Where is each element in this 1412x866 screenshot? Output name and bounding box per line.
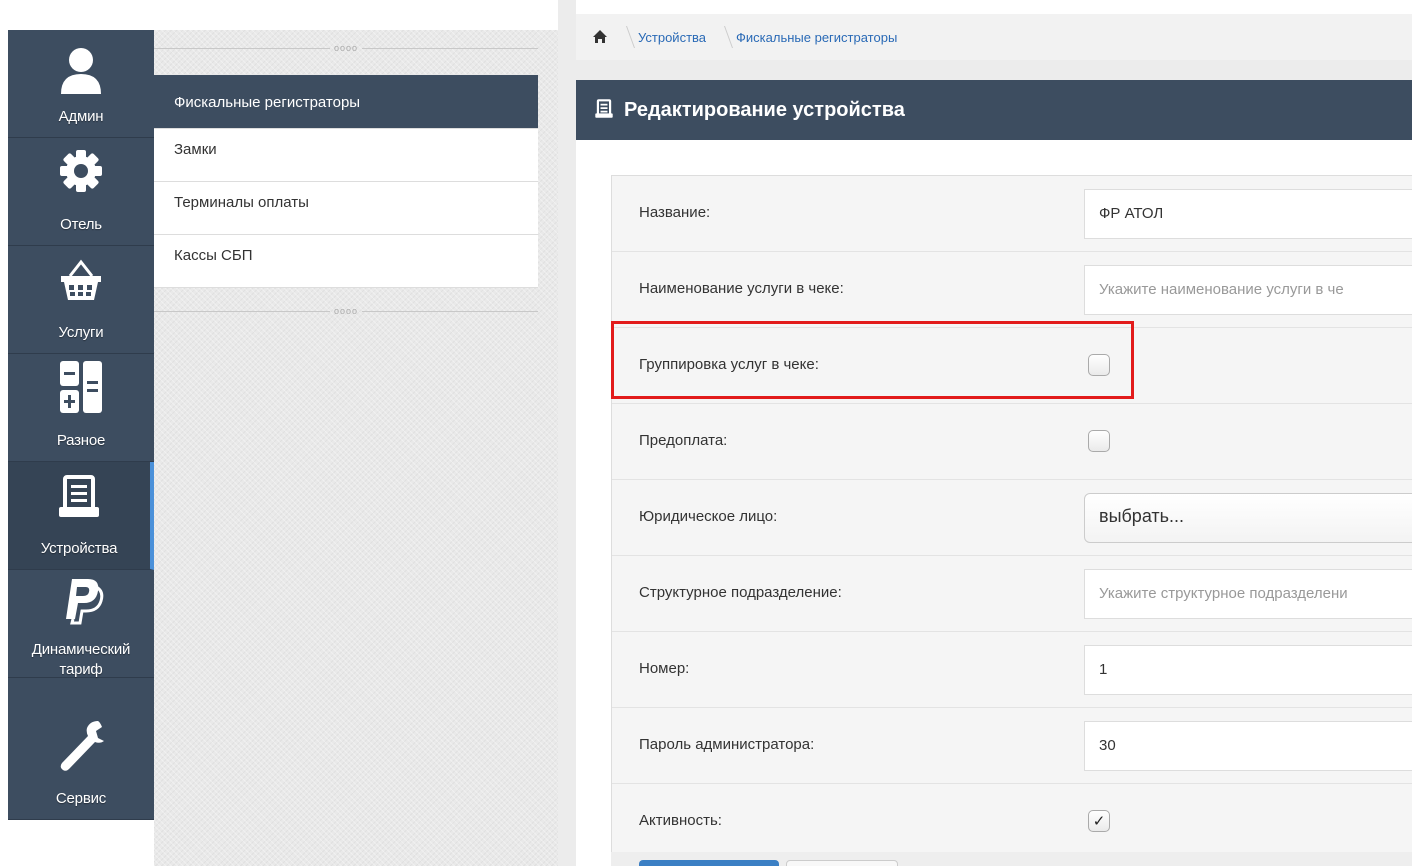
divider-text: oooo (333, 43, 359, 53)
column-separator (558, 0, 576, 866)
nav-label-hotel: Отель (60, 216, 102, 233)
form-row-grouping: Группировка услуг в чеке: (612, 328, 1412, 404)
nav-label-service: Сервис (55, 790, 107, 807)
grouping-label: Группировка услуг в чеке: (639, 356, 819, 373)
submenu-item-fiscal-registers[interactable]: Фискальные регистраторы (154, 75, 538, 129)
form-row-service-name: Наименование услуги в чеке: Укажите наим… (612, 252, 1412, 328)
breadcrumb-devices[interactable]: Устройства (638, 30, 706, 45)
division-input[interactable]: Укажите структурное подразделени (1084, 569, 1412, 619)
nav-label-misc: Разное (56, 432, 106, 449)
gear-icon (8, 142, 154, 200)
panel-header: Редактирование устройства (576, 80, 1412, 140)
number-input[interactable]: 1 (1084, 645, 1412, 695)
password-label: Пароль администратора: (639, 736, 815, 753)
grouping-checkbox[interactable] (1088, 354, 1110, 376)
submenu-item-sbp-cashboxes[interactable]: Кассы СБП (154, 235, 538, 288)
division-label: Структурное подразделение: (639, 584, 842, 601)
wrench-icon (8, 716, 154, 774)
submenu-divider-top: oooo (154, 43, 538, 53)
breadcrumb-fiscal-registers[interactable]: Фискальные регистраторы (736, 30, 897, 45)
breadcrumb-separator (714, 22, 728, 52)
legal-entity-select[interactable]: выбрать... (1084, 493, 1412, 543)
form-row-name: Название: ФР АТОЛ (612, 176, 1412, 252)
nav-label-admin: Админ (58, 108, 104, 125)
devices-icon (594, 98, 614, 122)
form-row-number: Номер: 1 (612, 632, 1412, 708)
form-row-password: Пароль администратора: 30 (612, 708, 1412, 784)
nav-label-dynamic-tariff-line1: Динамический (31, 641, 131, 658)
password-input[interactable]: 30 (1084, 721, 1412, 771)
breadcrumb: Устройства Фискальные регистраторы (576, 14, 1412, 60)
form-row-prepay: Предоплата: (612, 404, 1412, 480)
nav-label-devices: Устройства (40, 540, 118, 557)
nav-label-dynamic-tariff: Динамический тариф (8, 640, 154, 680)
form-row-division: Структурное подразделение: Укажите струк… (612, 556, 1412, 632)
prepay-checkbox[interactable] (1088, 430, 1110, 452)
divider-text: oooo (333, 306, 359, 316)
user-icon (8, 42, 154, 100)
number-label: Номер: (639, 660, 690, 677)
nav-item-admin[interactable]: Админ (8, 30, 154, 138)
nav-item-service[interactable]: Сервис (8, 712, 154, 820)
submenu-divider-bottom: oooo (154, 306, 538, 316)
content-gap (576, 60, 1412, 80)
service-name-input[interactable]: Укажите наименование услуги в че (1084, 265, 1412, 315)
name-input[interactable]: ФР АТОЛ (1084, 189, 1412, 239)
device-form: Название: ФР АТОЛ Наименование услуги в … (611, 175, 1412, 860)
submenu: Фискальные регистраторы Замки Терминалы … (154, 75, 538, 288)
nav-item-misc[interactable]: Разное (8, 354, 154, 462)
prepay-label: Предоплата: (639, 432, 728, 449)
nav-label-services: Услуги (58, 324, 104, 341)
nav-label-dynamic-tariff-line2: тариф (59, 661, 103, 678)
nav-item-hotel[interactable]: Отель (8, 138, 154, 246)
submenu-item-locks[interactable]: Замки (154, 129, 538, 182)
submenu-item-payment-terminals[interactable]: Терминалы оплаты (154, 182, 538, 235)
form-row-active: Активность: ✓ (612, 784, 1412, 860)
active-label: Активность: (639, 812, 722, 829)
form-actions (611, 852, 1412, 866)
nav-item-services[interactable]: Услуги (8, 246, 154, 354)
legal-entity-label: Юридическое лицо: (639, 508, 778, 525)
name-label: Название: (639, 204, 711, 221)
page-title: Редактирование устройства (624, 98, 905, 121)
form-row-legal-entity: Юридическое лицо: выбрать... (612, 480, 1412, 556)
cancel-button[interactable] (786, 860, 898, 866)
save-button[interactable] (639, 860, 779, 866)
calculator-icon (8, 358, 154, 416)
main-nav: Админ Отель Услуги Разное Устройства Дин… (8, 30, 154, 820)
nav-item-dynamic-tariff[interactable]: Динамический тариф (8, 570, 154, 678)
paypal-icon (8, 574, 154, 626)
top-strip (0, 0, 1412, 14)
nav-item-devices[interactable]: Устройства (8, 462, 154, 570)
service-name-label: Наименование услуги в чеке: (639, 280, 844, 297)
home-icon[interactable] (592, 29, 608, 46)
devices-icon (8, 468, 150, 526)
active-checkbox[interactable]: ✓ (1088, 810, 1110, 832)
breadcrumb-separator (616, 22, 630, 52)
basket-icon (8, 252, 154, 310)
